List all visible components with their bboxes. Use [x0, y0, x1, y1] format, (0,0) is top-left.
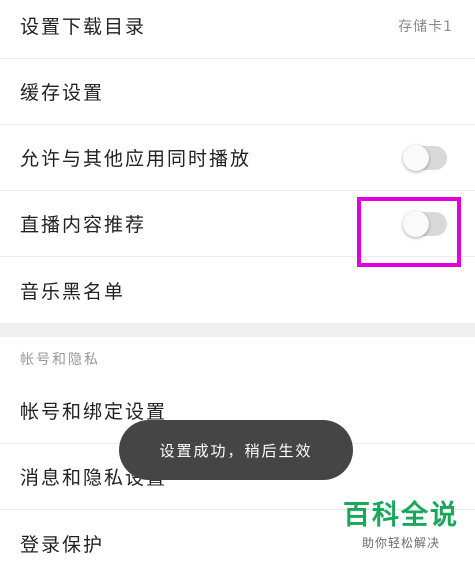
live-recommend-label: 直播内容推荐	[20, 214, 147, 236]
toast-message: 设置成功，稍后生效	[119, 420, 353, 480]
section-divider	[0, 323, 475, 337]
watermark-logo: 百科全说 助你轻松解决	[343, 493, 459, 551]
toggle-knob	[403, 144, 429, 171]
blacklist-label: 音乐黑名单	[20, 280, 126, 303]
account-section-header: 帐号和隐私	[20, 352, 100, 368]
download-directory-row[interactable]: 设置下载目录 存储卡1	[0, 0, 475, 59]
cache-settings-row[interactable]: 缓存设置	[0, 59, 475, 125]
highlight-box	[357, 197, 461, 267]
watermark-sub-text: 助你轻松解决	[361, 536, 440, 550]
allow-simultaneous-toggle[interactable]	[403, 144, 447, 171]
toast-text: 设置成功，稍后生效	[159, 441, 313, 460]
watermark-main-text: 百科全说	[343, 500, 459, 531]
login-protection-label: 登录保护	[20, 533, 105, 556]
cache-settings-label: 缓存设置	[20, 82, 105, 104]
download-directory-label: 设置下载目录	[20, 16, 147, 38]
allow-simultaneous-row: 允许与其他应用同时播放	[0, 125, 475, 191]
allow-simultaneous-label: 允许与其他应用同时播放	[20, 148, 252, 170]
download-directory-value: 存储卡1	[398, 18, 453, 35]
